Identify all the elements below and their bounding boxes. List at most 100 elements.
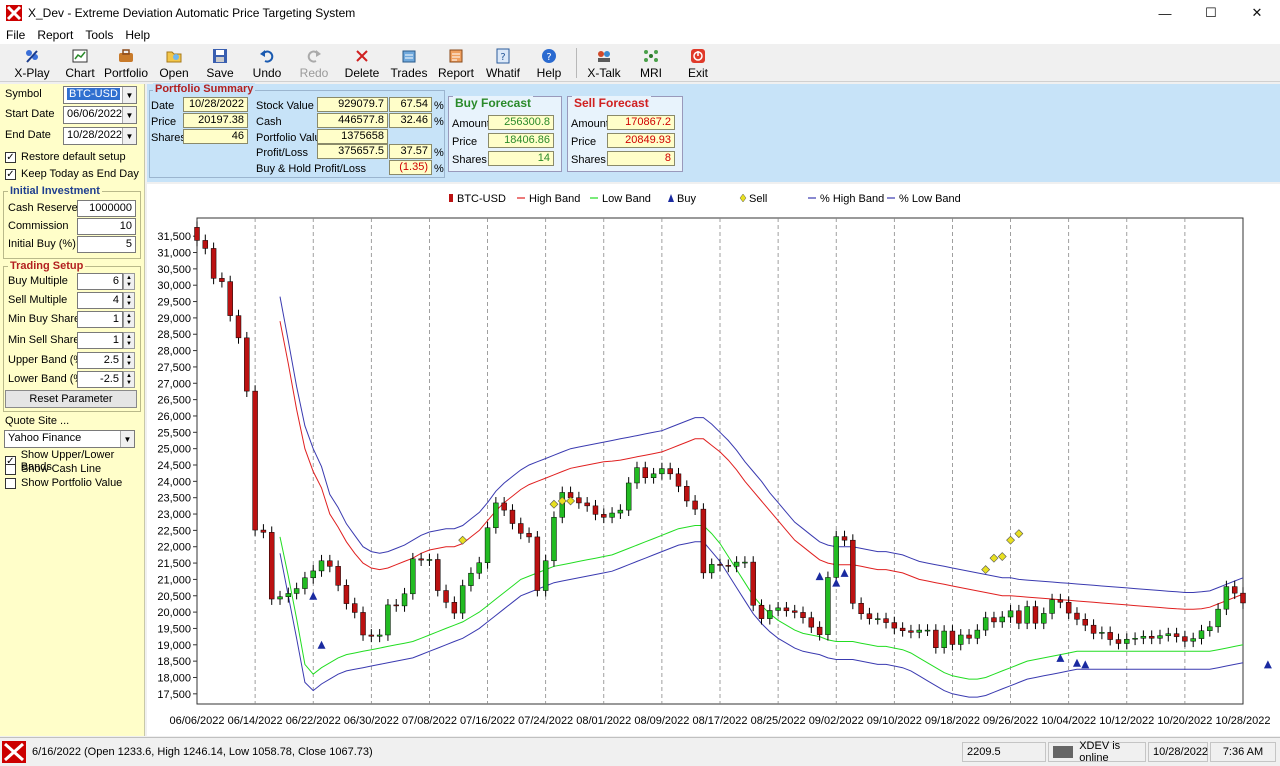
chart-button[interactable]: Chart: [62, 46, 98, 80]
min-sell-shares-stepper[interactable]: ▲ ▼: [123, 332, 135, 349]
y-tick-label: 24,000: [157, 476, 191, 488]
whatif-button[interactable]: ? Whatif: [484, 46, 522, 80]
menu-file[interactable]: File: [0, 28, 31, 42]
x-talk-button[interactable]: X-Talk: [586, 46, 622, 80]
candle-body: [949, 630, 956, 645]
candle-body: [335, 566, 341, 586]
price-chart[interactable]: 06/06/2022 06/14/2022 06/22/2022 06/30/2022…: [147, 184, 1280, 736]
price-chart-svg[interactable]: 06/06/2022 06/14/2022 06/22/2022 06/30/2022…: [147, 184, 1280, 736]
redo-button[interactable]: Redo: [298, 46, 330, 80]
maximize-button[interactable]: ☐: [1188, 0, 1234, 26]
y-tick-label: 19,000: [157, 640, 191, 652]
menu-tools[interactable]: Tools: [79, 28, 119, 42]
lower-band-input[interactable]: -2.5: [77, 371, 123, 388]
sell-amount-value: 170867.2: [607, 115, 675, 130]
candle-body: [891, 622, 898, 629]
exit-button[interactable]: Exit: [682, 46, 714, 80]
trades-button[interactable]: Trades: [390, 46, 428, 80]
report-icon: [449, 49, 463, 63]
y-tick-label: 23,500: [157, 493, 191, 505]
candle-body: [958, 634, 964, 645]
upper-band-stepper[interactable]: ▲ ▼: [123, 352, 135, 369]
show-cash-checkbox[interactable]: Show Cash Line: [5, 463, 101, 475]
end-date-picker[interactable]: 10/28/2022 ▼: [63, 127, 137, 145]
candle-body: [244, 337, 250, 392]
close-button[interactable]: ✕: [1234, 0, 1280, 26]
y-tick-label: 22,500: [157, 525, 191, 537]
y-tick-label: 25,500: [157, 427, 191, 439]
x-play-button[interactable]: X-Play: [12, 46, 52, 80]
candle-body: [808, 617, 815, 628]
candle-body: [1132, 638, 1138, 640]
candle-body: [210, 248, 217, 279]
portfolio-summary-panel: Portfolio Summary Date 10/28/2022 Price …: [147, 83, 1280, 182]
buy-shares-value: 14: [488, 151, 554, 166]
cash-reserved-input[interactable]: 1000000: [77, 200, 136, 217]
candle-body: [1065, 602, 1072, 614]
portfolio-button[interactable]: Portfolio: [104, 46, 148, 80]
end-date-label: End Date: [5, 129, 51, 141]
buy-multiple-input[interactable]: 6: [77, 273, 123, 290]
buy-multiple-stepper[interactable]: ▲ ▼: [123, 273, 135, 290]
candle-body: [924, 629, 931, 632]
min-buy-shares-input[interactable]: 1: [77, 311, 123, 328]
stock-percent: 67.54: [389, 97, 432, 112]
save-icon: [213, 49, 227, 63]
initial-buy-input[interactable]: 5: [77, 236, 136, 253]
candle-body: [1124, 638, 1130, 644]
undo-button[interactable]: Undo: [250, 46, 284, 80]
candle-body: [816, 626, 823, 635]
y-tick-label: 18,000: [157, 672, 191, 684]
cash-value: 446577.8: [317, 113, 388, 128]
min-sell-shares-input[interactable]: 1: [77, 332, 123, 349]
candle-body: [451, 602, 458, 614]
lower-band-stepper[interactable]: ▲ ▼: [123, 371, 135, 388]
minimize-button[interactable]: —: [1142, 0, 1188, 26]
mri-button[interactable]: MRI: [634, 46, 668, 80]
legend-swatch: [668, 194, 674, 202]
candle-body: [1140, 636, 1147, 639]
x-tick-label: 07/16/2022: [460, 715, 515, 727]
restore-default-checkbox[interactable]: ✓ Restore default setup: [5, 151, 126, 163]
upper-band-input[interactable]: 2.5: [77, 352, 123, 369]
sell-multiple-input[interactable]: 4: [77, 292, 123, 309]
candle-body: [642, 467, 649, 478]
candle-body: [526, 533, 532, 538]
candle-body: [376, 634, 383, 637]
menu-bar: File Report Tools Help: [0, 26, 1280, 44]
initial-investment-title: Initial Investment: [8, 185, 102, 197]
sell-multiple-stepper[interactable]: ▲ ▼: [123, 292, 135, 309]
candle-body: [551, 517, 557, 562]
y-tick-label: 28,500: [157, 329, 191, 341]
y-tick-label: 18,500: [157, 656, 191, 668]
menu-report[interactable]: Report: [31, 28, 79, 42]
symbol-select[interactable]: BTC-USD ▼: [63, 86, 137, 104]
quote-site-select[interactable]: Yahoo Finance ▼: [4, 430, 135, 448]
report-button[interactable]: Report: [436, 46, 476, 80]
show-portfolio-checkbox[interactable]: Show Portfolio Value: [5, 477, 122, 489]
help-icon: ?: [542, 49, 556, 63]
candle-body: [1215, 608, 1221, 628]
portfolio-value: 1375658: [317, 129, 388, 144]
keep-today-checkbox[interactable]: ✓ Keep Today as End Day: [5, 168, 139, 180]
whatif-icon: ?: [496, 48, 510, 64]
menu-help[interactable]: Help: [119, 28, 156, 42]
open-button[interactable]: Open: [158, 46, 190, 80]
delete-button[interactable]: Delete: [342, 46, 382, 80]
commission-input[interactable]: 10: [77, 218, 136, 235]
x-tick-label: 08/25/2022: [751, 715, 806, 727]
y-tick-label: 20,000: [157, 607, 191, 619]
save-button[interactable]: Save: [204, 46, 236, 80]
date-label: Date: [151, 100, 175, 112]
help-button[interactable]: ? Help: [532, 46, 566, 80]
candle-body: [700, 508, 707, 574]
candle-body: [401, 593, 408, 607]
y-tick-label: 27,000: [157, 378, 191, 390]
reset-parameter-button[interactable]: Reset Parameter: [5, 390, 137, 408]
min-buy-shares-stepper[interactable]: ▲ ▼: [123, 311, 135, 328]
candle-body: [717, 564, 723, 566]
sell-shares-value: 8: [607, 151, 675, 166]
start-date-picker[interactable]: 06/06/2022 ▼: [63, 106, 137, 124]
status-bar: 6/16/2022 (Open 1233.6, High 1246.14, Lo…: [0, 737, 1280, 765]
candle-body: [982, 617, 989, 631]
